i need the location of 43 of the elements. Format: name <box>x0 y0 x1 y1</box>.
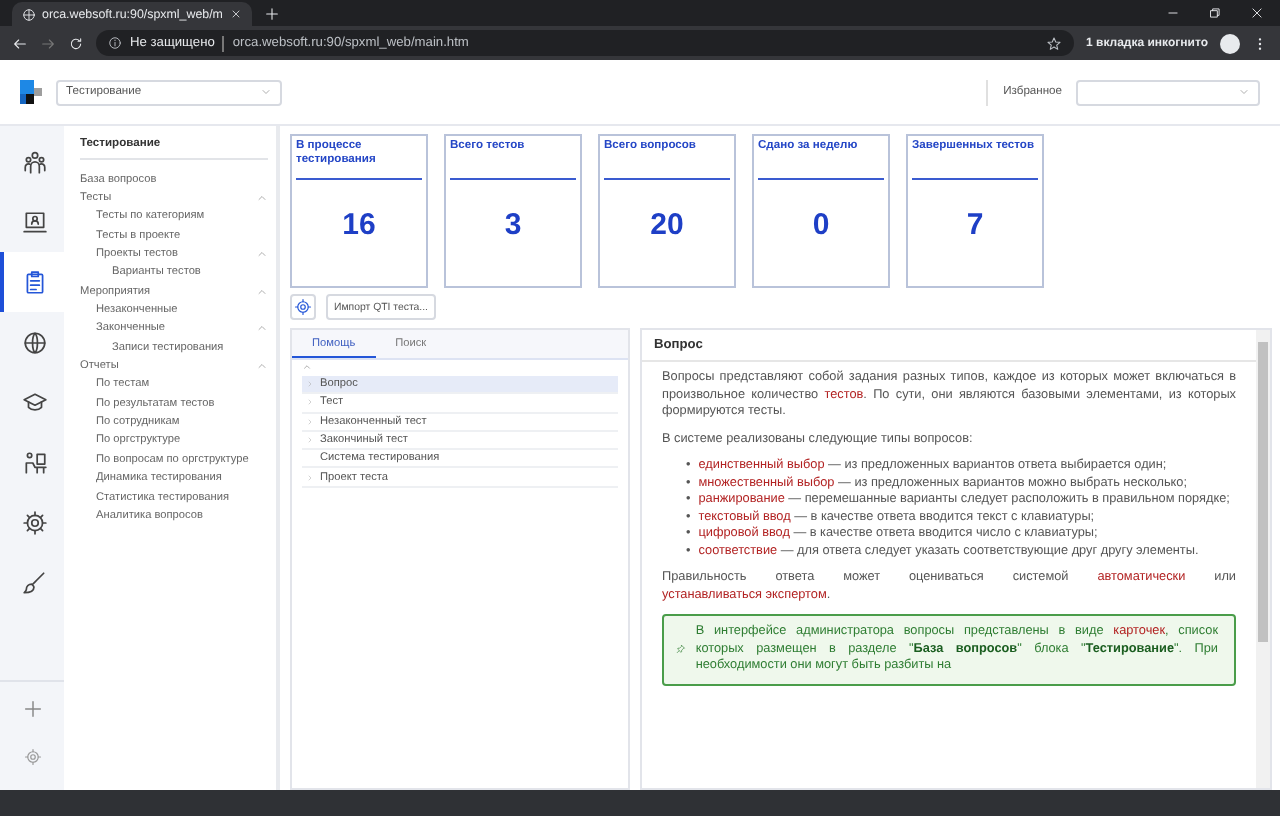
plus-icon <box>264 5 280 21</box>
chevron-up-icon <box>256 285 268 298</box>
restore-button[interactable] <box>1208 6 1222 20</box>
minimize-icon <box>1166 6 1180 20</box>
chevron-down-icon <box>260 86 272 98</box>
globe-icon <box>22 7 36 21</box>
chevron-down-icon <box>1238 86 1250 98</box>
forward-arrow-icon <box>40 35 56 51</box>
plus-icon <box>21 698 43 720</box>
workstation-icon <box>21 449 47 475</box>
info-icon <box>108 36 122 50</box>
logo-icon <box>20 80 42 104</box>
close-icon <box>1250 6 1264 20</box>
restore-icon <box>1208 6 1222 20</box>
back-button[interactable] <box>12 35 28 51</box>
reload-button[interactable] <box>68 35 84 51</box>
forward-button[interactable] <box>40 35 56 51</box>
chevron-up-icon <box>256 360 268 373</box>
star-icon <box>1046 35 1063 51</box>
profile-avatar[interactable] <box>1220 33 1240 53</box>
globe-icon <box>21 329 47 355</box>
stat-value: 20 <box>648 206 686 246</box>
graduation-cap-icon <box>21 389 47 415</box>
stat-value: 16 <box>340 206 378 246</box>
chevron-up-icon <box>256 192 268 205</box>
close-button[interactable] <box>1250 6 1264 20</box>
new-tab-button[interactable] <box>264 5 280 21</box>
reload-icon <box>68 35 84 51</box>
scrollbar[interactable] <box>1256 330 1270 788</box>
minimize-button[interactable] <box>1166 6 1180 20</box>
monitor-icon <box>21 209 47 235</box>
caret-up-icon <box>302 362 312 372</box>
stat-value: 7 <box>964 206 986 246</box>
stat-value: 0 <box>810 206 832 246</box>
close-icon <box>230 8 242 20</box>
team-icon <box>21 149 47 175</box>
chevron-up-icon <box>256 248 268 261</box>
chevron-up-icon <box>256 322 268 335</box>
stat-value: 3 <box>502 206 524 246</box>
clipboard-icon <box>21 269 47 295</box>
back-arrow-icon <box>12 35 28 51</box>
brush-icon <box>21 569 47 595</box>
rail-button[interactable] <box>0 252 64 312</box>
